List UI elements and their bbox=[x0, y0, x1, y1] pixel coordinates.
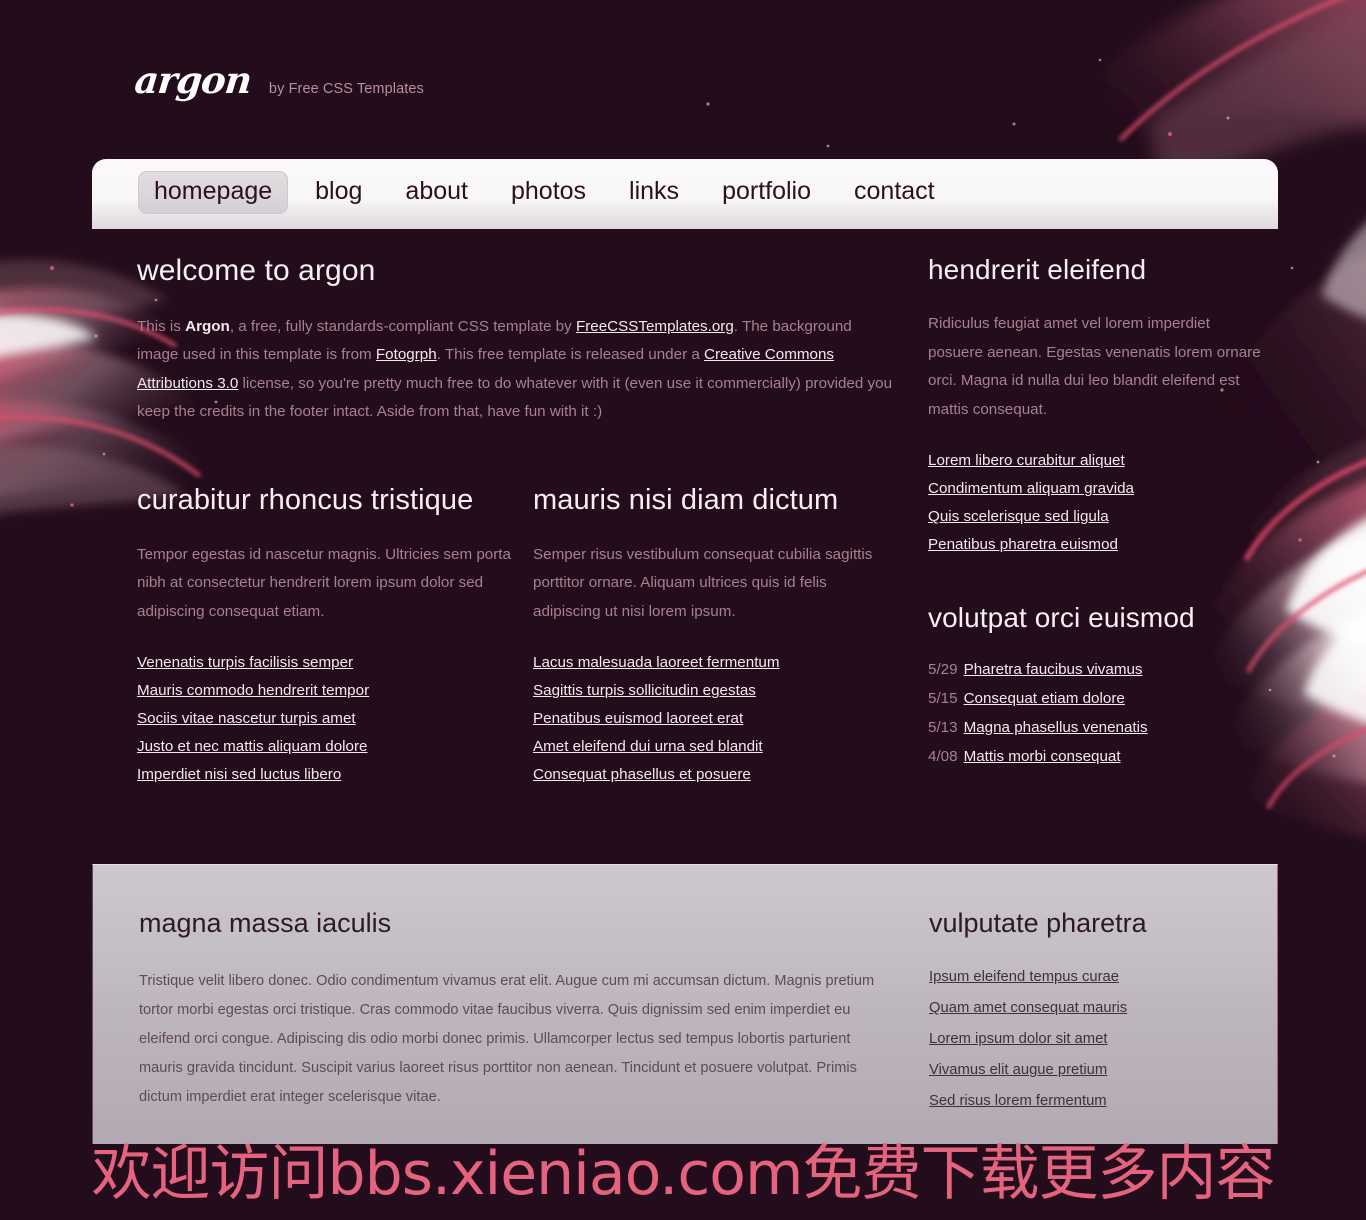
vulputate-link-1[interactable]: Quam amet consequat mauris bbox=[929, 1000, 1127, 1016]
list-item: 4/08 Mattis morbi consequat bbox=[928, 746, 1268, 767]
list-item: Sed risus lorem fermentum bbox=[929, 1091, 1269, 1111]
welcome-text-a: This is bbox=[137, 317, 186, 335]
column-mauris: mauris nisi diam dictum Semper risus ves… bbox=[533, 483, 897, 793]
nav-item-homepage[interactable]: homepage bbox=[138, 171, 289, 214]
mauris-link-1[interactable]: Sagittis turpis sollicitudin egestas bbox=[533, 682, 756, 699]
mauris-link-2[interactable]: Penatibus euismod laoreet erat bbox=[533, 710, 743, 727]
vulputate-link-4[interactable]: Sed risus lorem fermentum bbox=[929, 1093, 1107, 1109]
welcome-text-d: . This free template is released under a bbox=[436, 346, 705, 363]
magna-title: magna massa iaculis bbox=[139, 908, 392, 938]
footer-panel: magna massa iaculis Tristique velit libe… bbox=[92, 864, 1278, 1144]
list-item: Condimentum aliquam gravida bbox=[928, 478, 1268, 499]
welcome-text-e: license, so you're pretty much free to d… bbox=[137, 374, 893, 421]
entry-link-1[interactable]: Consequat etiam dolore bbox=[964, 690, 1125, 707]
nav-item-links[interactable]: links bbox=[613, 171, 695, 214]
volutpat-title: volutpat orci euismod bbox=[928, 602, 1195, 634]
footer-column-vulputate: vulputate pharetra Ipsum eleifend tempus… bbox=[929, 909, 1269, 1122]
main-column: welcome to argon This is Argon, a free, … bbox=[137, 255, 897, 792]
link-freecsstemplates[interactable]: FreeCSSTemplates.org bbox=[576, 318, 734, 335]
two-column-row: curabitur rhoncus tristique Tempor egest… bbox=[137, 483, 897, 793]
list-item: Penatibus euismod laoreet erat bbox=[533, 708, 897, 729]
list-item: Mauris commodo hendrerit tempor bbox=[137, 680, 533, 701]
welcome-title: welcome to argon bbox=[137, 254, 376, 287]
nav-item-contact[interactable]: contact bbox=[838, 171, 951, 214]
vulputate-title: vulputate pharetra bbox=[929, 908, 1147, 938]
nav-item-about[interactable]: about bbox=[389, 171, 484, 214]
curabitur-link-3[interactable]: Justo et nec mattis aliquam dolore bbox=[137, 738, 367, 755]
nav-item-photos[interactable]: photos bbox=[495, 171, 602, 214]
mauris-link-list: Lacus malesuada laoreet fermentum Sagitti… bbox=[533, 652, 897, 785]
entry-link-2[interactable]: Magna phasellus venenatis bbox=[964, 719, 1148, 736]
list-item: Quam amet consequat mauris bbox=[929, 998, 1269, 1018]
vulputate-link-2[interactable]: Lorem ipsum dolor sit amet bbox=[929, 1031, 1107, 1047]
curabitur-link-2[interactable]: Sociis vitae nascetur turpis amet bbox=[137, 710, 356, 727]
welcome-paragraph: This is Argon, a free, fully standards-c… bbox=[137, 313, 897, 427]
page-root: argon by Free CSS Templates homepage blog… bbox=[0, 0, 1366, 1220]
list-item: Justo et nec mattis aliquam dolore bbox=[137, 736, 533, 757]
list-item: Penatibus pharetra euismod bbox=[928, 534, 1268, 555]
site-tagline: by Free CSS Templates bbox=[268, 81, 424, 97]
curabitur-link-4[interactable]: Imperdiet nisi sed luctus libero bbox=[137, 766, 341, 783]
entry-date: 5/15 bbox=[928, 689, 958, 707]
mauris-link-3[interactable]: Amet eleifend dui urna sed blandit bbox=[533, 738, 763, 755]
hendrerit-link-2[interactable]: Quis scelerisque sed ligula bbox=[928, 508, 1109, 525]
nav-item-portfolio[interactable]: portfolio bbox=[706, 171, 827, 214]
list-item: Quis scelerisque sed ligula bbox=[928, 506, 1268, 527]
vulputate-link-list: Ipsum eleifend tempus curae Quam amet con… bbox=[929, 967, 1269, 1111]
entry-date: 5/13 bbox=[928, 718, 958, 736]
magna-text: Tristique velit libero donec. Odio condi… bbox=[139, 973, 875, 1106]
vulputate-link-3[interactable]: Vivamus elit augue pretium bbox=[929, 1062, 1107, 1078]
entry-date: 5/29 bbox=[928, 660, 958, 678]
footer-inner: magna massa iaculis Tristique velit libe… bbox=[93, 865, 1277, 1122]
list-item: 5/29 Pharetra faucibus vivamus bbox=[928, 659, 1268, 680]
watermark-text: 欢迎访问bbs.xieniao.com免费下载更多内容 bbox=[91, 1139, 1276, 1209]
list-item: Vivamus elit augue pretium bbox=[929, 1060, 1269, 1080]
welcome-section: welcome to argon This is Argon, a free, … bbox=[137, 255, 897, 427]
entry-link-3[interactable]: Mattis morbi consequat bbox=[964, 748, 1121, 765]
hendrerit-link-3[interactable]: Penatibus pharetra euismod bbox=[928, 536, 1118, 553]
vulputate-link-0[interactable]: Ipsum eleifend tempus curae bbox=[929, 969, 1119, 985]
sidebar-block-volutpat: volutpat orci euismod 5/29 Pharetra fauci… bbox=[928, 603, 1268, 766]
hendrerit-link-list: Lorem libero curabitur aliquet Condimentu… bbox=[928, 450, 1268, 555]
list-item: Sagittis turpis sollicitudin egestas bbox=[533, 680, 897, 701]
hendrerit-link-0[interactable]: Lorem libero curabitur aliquet bbox=[928, 452, 1125, 469]
curabitur-title: curabitur rhoncus tristique bbox=[137, 483, 474, 516]
mauris-text: Semper risus vestibulum consequat cubili… bbox=[533, 545, 873, 620]
mauris-link-0[interactable]: Lacus malesuada laoreet fermentum bbox=[533, 654, 780, 671]
curabitur-link-0[interactable]: Venenatis turpis facilisis semper bbox=[137, 654, 353, 671]
list-item: Venenatis turpis facilisis semper bbox=[137, 652, 533, 673]
list-item: Ipsum eleifend tempus curae bbox=[929, 967, 1269, 987]
list-item: Imperdiet nisi sed luctus libero bbox=[137, 764, 533, 785]
main-navigation: homepage blog about photos links portfolio con… bbox=[92, 159, 1278, 229]
hendrerit-title: hendrerit eleifend bbox=[928, 254, 1147, 285]
site-header: argon by Free CSS Templates bbox=[133, 58, 424, 102]
entry-date: 4/08 bbox=[928, 747, 958, 765]
welcome-bold-argon: Argon bbox=[185, 317, 230, 335]
list-item: 5/13 Magna phasellus venenatis bbox=[928, 717, 1268, 738]
list-item: Sociis vitae nascetur turpis amet bbox=[137, 708, 533, 729]
list-item: Lorem ipsum dolor sit amet bbox=[929, 1029, 1269, 1049]
volutpat-date-list: 5/29 Pharetra faucibus vivamus 5/15 Consequ… bbox=[928, 659, 1268, 767]
nav-item-blog[interactable]: blog bbox=[299, 171, 378, 214]
list-item: Consequat phasellus et posuere bbox=[533, 764, 897, 785]
link-fotogrph[interactable]: Fotogrph bbox=[376, 346, 437, 363]
curabitur-text: Tempor egestas id nascetur magnis. Ultri… bbox=[137, 545, 511, 620]
mauris-link-4[interactable]: Consequat phasellus et posuere bbox=[533, 766, 751, 783]
curabitur-link-list: Venenatis turpis facilisis semper Mauris … bbox=[137, 652, 533, 785]
sidebar-block-hendrerit: hendrerit eleifend Ridiculus feugiat ame… bbox=[928, 255, 1268, 555]
welcome-text-b: , a free, fully standards-compliant CSS … bbox=[229, 317, 576, 335]
list-item: Amet eleifend dui urna sed blandit bbox=[533, 736, 897, 757]
list-item: Lorem libero curabitur aliquet bbox=[928, 450, 1268, 471]
sidebar: hendrerit eleifend Ridiculus feugiat ame… bbox=[928, 255, 1268, 775]
footer-column-magna: magna massa iaculis Tristique velit libe… bbox=[139, 909, 929, 1122]
site-logo[interactable]: argon bbox=[133, 58, 254, 102]
list-item: 5/15 Consequat etiam dolore bbox=[928, 688, 1268, 709]
hendrerit-text: Ridiculus feugiat amet vel lorem imperdi… bbox=[928, 315, 1261, 418]
entry-link-0[interactable]: Pharetra faucibus vivamus bbox=[964, 661, 1143, 678]
list-item: Lacus malesuada laoreet fermentum bbox=[533, 652, 897, 673]
column-curabitur: curabitur rhoncus tristique Tempor egest… bbox=[137, 483, 533, 793]
mauris-title: mauris nisi diam dictum bbox=[533, 483, 839, 516]
curabitur-link-1[interactable]: Mauris commodo hendrerit tempor bbox=[137, 682, 369, 699]
hendrerit-link-1[interactable]: Condimentum aliquam gravida bbox=[928, 480, 1134, 497]
